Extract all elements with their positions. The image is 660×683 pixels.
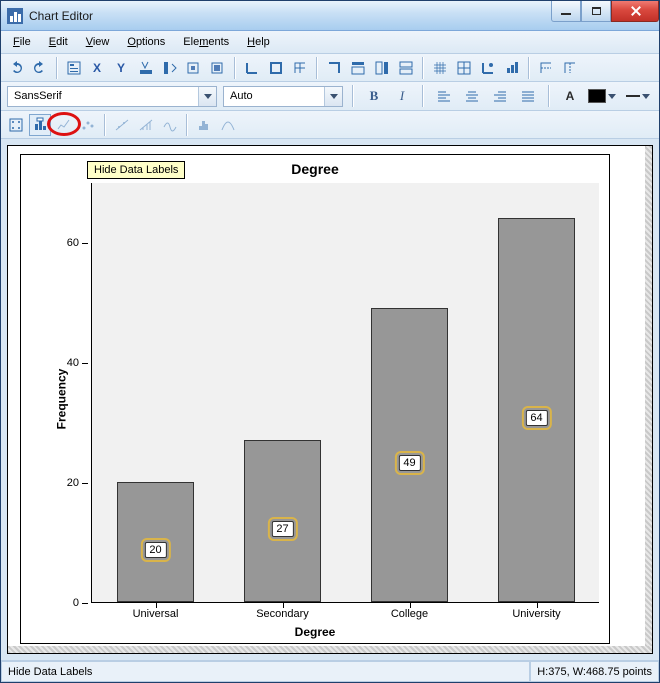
y-tick-label: 20 xyxy=(49,477,79,489)
data-label[interactable]: 49 xyxy=(398,455,420,471)
statusbar: Hide Data Labels H:375, W:468.75 points xyxy=(1,660,659,682)
app-icon xyxy=(7,8,23,24)
line-chart-icon[interactable] xyxy=(53,114,75,136)
bar-options-button[interactable] xyxy=(501,57,523,79)
fit-spike-icon[interactable] xyxy=(135,114,157,136)
axis-props-button[interactable] xyxy=(477,57,499,79)
x-tick-label[interactable]: College xyxy=(391,608,428,620)
align-center-button[interactable] xyxy=(461,85,483,107)
font-family-value: SansSerif xyxy=(8,90,198,102)
properties-button[interactable] xyxy=(63,57,85,79)
x-tick-label[interactable]: Universal xyxy=(133,608,179,620)
chart-type-toolbar xyxy=(1,111,659,139)
status-left: Hide Data Labels xyxy=(1,661,530,682)
y-tick-label: 0 xyxy=(49,597,79,609)
menu-elements[interactable]: Elements xyxy=(175,34,237,50)
y-tick-label: 60 xyxy=(49,237,79,249)
window-title: Chart Editor xyxy=(29,9,93,23)
axes-frame-button[interactable] xyxy=(265,57,287,79)
data-label[interactable]: 64 xyxy=(525,410,547,426)
bold-button[interactable]: B xyxy=(363,85,385,107)
redo-button[interactable] xyxy=(29,57,51,79)
tooltip-hide-labels: Hide Data Labels xyxy=(87,161,185,179)
y-tick-label: 40 xyxy=(49,357,79,369)
minimize-button[interactable] xyxy=(551,1,581,22)
y-tick xyxy=(82,363,88,364)
italic-button[interactable]: I xyxy=(391,85,413,107)
select-x-button[interactable] xyxy=(135,57,157,79)
select-tool-icon[interactable] xyxy=(5,114,27,136)
x-tick-label[interactable]: Secondary xyxy=(256,608,309,620)
interpolation-icon[interactable] xyxy=(159,114,181,136)
fill-color-button[interactable] xyxy=(587,85,617,107)
undo-button[interactable] xyxy=(5,57,27,79)
x-axis-button[interactable]: X xyxy=(87,57,109,79)
menu-options[interactable]: Options xyxy=(119,34,173,50)
y-tick xyxy=(82,483,88,484)
show-grid-button[interactable] xyxy=(453,57,475,79)
titlebar: Chart Editor xyxy=(1,1,659,31)
menu-file[interactable]: File xyxy=(5,34,39,50)
menubar: File Edit View Options Elements Help xyxy=(1,31,659,54)
legend-stack-button[interactable] xyxy=(395,57,417,79)
text-color-button[interactable]: A xyxy=(559,85,581,107)
scroll-edge-right xyxy=(645,146,652,646)
legend-top-button[interactable] xyxy=(347,57,369,79)
fit-line-icon[interactable] xyxy=(111,114,133,136)
data-labels-button[interactable] xyxy=(29,114,51,136)
data-id-mode-button[interactable] xyxy=(207,57,229,79)
font-family-dropdown-icon[interactable] xyxy=(198,87,216,106)
main-toolbar: X Y xyxy=(1,54,659,82)
axes-origin-button[interactable] xyxy=(241,57,263,79)
ref-line-h-button[interactable] xyxy=(535,57,557,79)
menu-help[interactable]: Help xyxy=(239,34,278,50)
align-justify-button[interactable] xyxy=(517,85,539,107)
y-axis-label[interactable]: Frequency xyxy=(54,369,68,430)
data-label[interactable]: 27 xyxy=(271,521,293,537)
font-size-value: Auto xyxy=(224,90,324,102)
plot-area[interactable]: 20Universal27Secondary49College64Univers… xyxy=(91,183,599,603)
gridlines-button[interactable] xyxy=(289,57,311,79)
grid-small-button[interactable] xyxy=(429,57,451,79)
menu-edit[interactable]: Edit xyxy=(41,34,76,50)
x-axis-label[interactable]: Degree xyxy=(21,625,609,639)
y-axis-button[interactable]: Y xyxy=(111,57,133,79)
histogram-icon[interactable] xyxy=(193,114,215,136)
close-button[interactable] xyxy=(611,1,659,22)
status-right: H:375, W:468.75 points xyxy=(530,661,659,682)
data-id-button[interactable] xyxy=(183,57,205,79)
data-label[interactable]: 20 xyxy=(144,542,166,558)
select-y-button[interactable] xyxy=(159,57,181,79)
legend-right-button[interactable] xyxy=(371,57,393,79)
y-tick xyxy=(82,603,88,604)
chart-frame[interactable]: Hide Data Labels Degree Frequency 20Univ… xyxy=(7,145,653,654)
chart-editor-window: Chart Editor File Edit View Options Elem… xyxy=(0,0,660,683)
align-left-button[interactable] xyxy=(433,85,455,107)
format-toolbar: SansSerif Auto B I A xyxy=(1,82,659,111)
font-size-dropdown-icon[interactable] xyxy=(324,87,342,106)
workspace: Hide Data Labels Degree Frequency 20Univ… xyxy=(1,139,659,660)
distribution-icon[interactable] xyxy=(217,114,239,136)
scroll-edge-bottom xyxy=(8,646,652,653)
chart-canvas[interactable]: Hide Data Labels Degree Frequency 20Univ… xyxy=(20,154,610,644)
svg-text:X: X xyxy=(93,61,101,75)
scatter-icon[interactable] xyxy=(77,114,99,136)
align-right-button[interactable] xyxy=(489,85,511,107)
font-family-combo[interactable]: SansSerif xyxy=(7,86,217,107)
font-size-combo[interactable]: Auto xyxy=(223,86,343,107)
svg-text:Y: Y xyxy=(117,61,125,75)
y-tick xyxy=(82,243,88,244)
menu-view[interactable]: View xyxy=(78,34,118,50)
line-style-button[interactable] xyxy=(623,85,653,107)
transpose-button[interactable] xyxy=(323,57,345,79)
x-tick-label[interactable]: University xyxy=(512,608,560,620)
maximize-button[interactable] xyxy=(581,1,611,22)
ref-line-v-button[interactable] xyxy=(559,57,581,79)
